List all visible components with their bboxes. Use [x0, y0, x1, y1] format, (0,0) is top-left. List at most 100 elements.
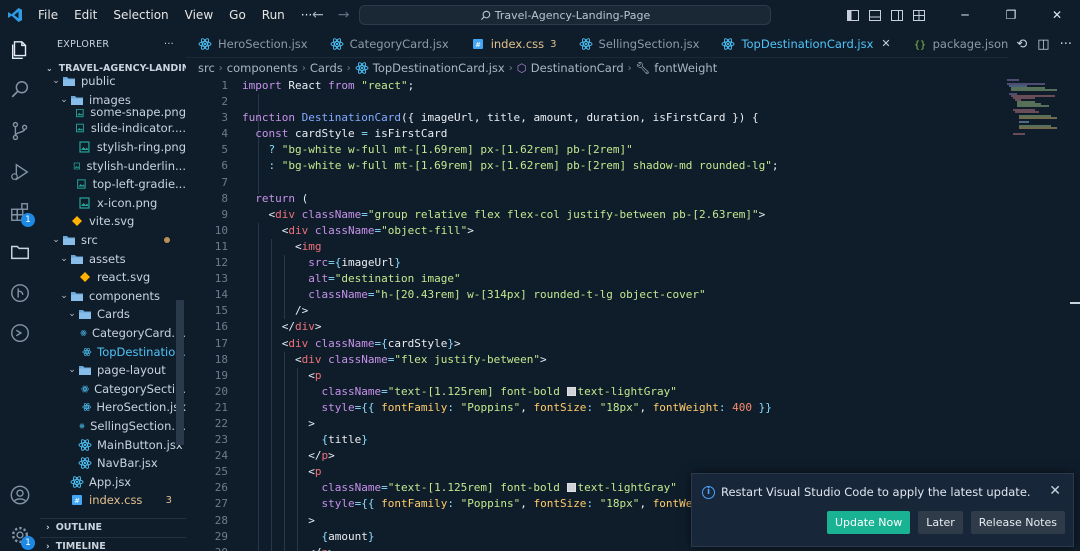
editor-tab[interactable]: HeroSection.jsx [186, 30, 318, 57]
explorer-more-icon[interactable]: ··· [164, 39, 174, 50]
breadcrumb-item[interactable]: src [198, 61, 215, 75]
release-notes-button[interactable]: Release Notes [970, 511, 1065, 534]
git-graph-icon[interactable] [0, 273, 40, 313]
breadcrumb-item[interactable]: Cards [310, 61, 343, 75]
file-row[interactable]: CategorySecti... [40, 380, 186, 399]
code-token: div [294, 320, 315, 334]
tree-label: SellingSection.... [90, 418, 186, 433]
chevron-down-icon: ⌄ [68, 365, 76, 376]
code-token: cardStyle [387, 336, 448, 350]
file-row[interactable]: App.jsx [40, 472, 186, 491]
editor-tab[interactable]: {} package.json [901, 30, 1019, 57]
explorer-files-icon[interactable] [0, 30, 40, 70]
editor-tab[interactable]: # index.css 3 [459, 30, 567, 57]
folder-row[interactable]: ⌄ Cards [40, 305, 186, 324]
tab-label: package.json [932, 37, 1009, 51]
code-token: , [520, 497, 534, 511]
code-token: }) { [725, 111, 759, 125]
color-swatch[interactable] [566, 483, 576, 493]
file-row[interactable]: CategoryCard.... [40, 324, 186, 343]
later-button[interactable]: Later [918, 511, 963, 534]
account-icon[interactable] [0, 475, 40, 515]
remote-explorer-icon[interactable] [0, 313, 40, 353]
toggle-panel-icon[interactable] [864, 0, 886, 30]
file-row[interactable]: react.svg [40, 268, 186, 287]
run-debug-icon[interactable] [0, 152, 40, 192]
file-row[interactable]: vite.svg [40, 212, 186, 231]
editor-tab[interactable]: CategoryCard.jsx [318, 30, 459, 57]
more-actions-icon[interactable]: ··· [1060, 37, 1072, 52]
file-row[interactable]: # index.css 3 [40, 491, 186, 510]
menu-item-4[interactable]: Go [221, 0, 254, 30]
file-row[interactable]: stylish-underlin... [40, 156, 186, 175]
search-icon[interactable] [0, 70, 40, 110]
folder-row[interactable]: ⌄ assets [40, 249, 186, 268]
file-row[interactable]: MainButton.jsx [40, 435, 186, 454]
file-row[interactable]: SellingSection.... [40, 417, 186, 436]
code-token: function [242, 111, 302, 125]
editor-tab[interactable]: TopDestinationCard.jsx ✕ [709, 30, 901, 57]
folder-row[interactable]: ⌄ page-layout [40, 361, 186, 380]
line-number: 23 [214, 433, 228, 447]
close-window-icon[interactable]: ✕ [1034, 0, 1080, 30]
toggle-sidebar-icon[interactable] [842, 0, 864, 30]
file-row[interactable]: slide-indicator.... [40, 119, 186, 138]
sidebar-scrollbar[interactable] [176, 300, 184, 445]
color-swatch[interactable] [566, 386, 576, 396]
file-row[interactable]: HeroSection.jsx [40, 398, 186, 417]
split-editor-icon[interactable]: ◫ [1037, 37, 1049, 52]
folder-row[interactable]: ⌄ components [40, 287, 186, 306]
file-row[interactable]: some-shape.png [40, 109, 186, 119]
source-control-icon[interactable] [0, 111, 40, 151]
code-token: } [367, 529, 375, 543]
folder-icon[interactable] [0, 232, 40, 272]
timeline-section[interactable]: › TIMELINE [40, 537, 186, 551]
code-token: > [467, 223, 474, 237]
folder-row[interactable]: ⌄ public [40, 72, 186, 91]
folder-row[interactable]: ⌄ images [40, 91, 186, 110]
update-now-button[interactable]: Update Now [826, 511, 911, 534]
line-number: 7 [221, 175, 228, 189]
toggle-secondary-sidebar-icon[interactable] [886, 0, 908, 30]
minimize-icon[interactable]: ─ [942, 0, 988, 30]
symbol-property-icon: 🔧︎ [635, 61, 651, 75]
timeline-history-icon[interactable]: ⟲ [1016, 37, 1027, 52]
code-token: isFirstCard [652, 111, 726, 125]
code-token: ({ [400, 111, 421, 125]
code-token: const [255, 127, 295, 141]
file-row[interactable]: TopDestinatio... [40, 342, 186, 361]
settings-gear-icon[interactable]: 1 [0, 515, 40, 551]
code-line: alt="destination image" [242, 271, 778, 287]
file-row[interactable]: stylish-ring.png [40, 138, 186, 157]
customize-layout-icon[interactable] [908, 0, 930, 30]
breadcrumb-item[interactable]: DestinationCard [531, 61, 624, 75]
menu-item-5[interactable]: Run [254, 0, 293, 30]
extensions-icon[interactable]: 1 [0, 192, 40, 232]
menu-item-2[interactable]: Selection [105, 0, 176, 30]
file-row[interactable]: x-icon.png [40, 194, 186, 213]
code-token: > [314, 320, 322, 334]
breadcrumb-item[interactable]: components [227, 61, 298, 75]
folder-row[interactable]: ⌄ src [40, 231, 186, 250]
close-tab-icon[interactable]: ✕ [881, 37, 890, 50]
img-file-icon [77, 179, 86, 189]
code-token: < [242, 207, 276, 221]
line-number: 16 [214, 320, 228, 334]
menu-item-1[interactable]: Edit [66, 0, 105, 30]
menu-item-3[interactable]: View [177, 0, 221, 30]
back-arrow-icon[interactable]: ← [312, 7, 324, 23]
breadcrumb-item[interactable]: TopDestinationCard.jsx [373, 61, 505, 75]
editor-tab[interactable]: SellingSection.jsx [567, 30, 710, 57]
restore-icon[interactable]: ❐ [988, 0, 1034, 30]
close-icon[interactable]: ✕ [1049, 483, 1061, 499]
forward-arrow-icon[interactable]: → [338, 7, 350, 23]
breadcrumb-item[interactable]: fontWeight [654, 61, 717, 75]
file-row[interactable]: NavBar.jsx [40, 454, 186, 473]
command-center[interactable]: Travel-Agency-Landing-Page [359, 5, 771, 25]
menu-item-0[interactable]: File [30, 0, 66, 30]
minimap[interactable] [1005, 78, 1065, 138]
file-row[interactable]: top-left-gradie... [40, 175, 186, 194]
outline-section[interactable]: › OUTLINE [40, 518, 186, 536]
